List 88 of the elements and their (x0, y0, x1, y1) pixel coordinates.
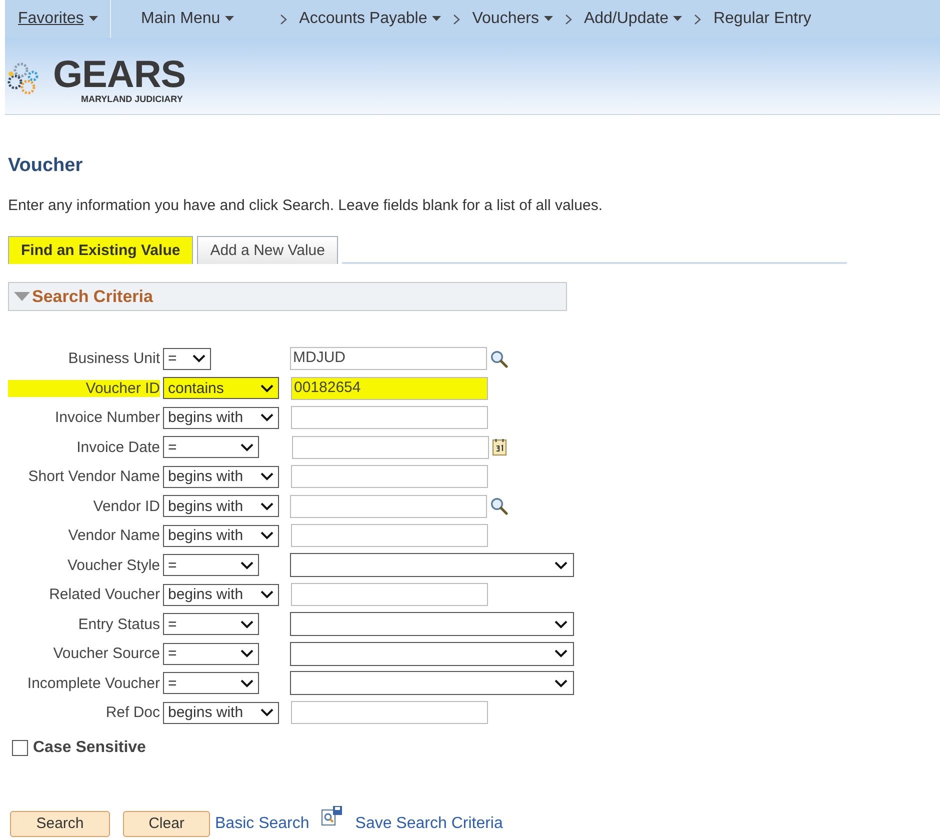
chevron-down-icon (240, 560, 254, 570)
operator-dropdown[interactable]: = (163, 554, 259, 576)
chevron-right-icon (564, 14, 572, 24)
chevron-down-icon (554, 649, 568, 658)
field-label: Related Voucher (48, 586, 160, 604)
operator-dropdown[interactable]: contains (163, 377, 279, 400)
breadcrumb-menu[interactable]: Add/Update (584, 10, 668, 28)
chevron-down-icon (554, 678, 568, 688)
search-icon[interactable] (490, 497, 508, 516)
operator-dropdown[interactable]: = (163, 348, 211, 370)
dropdown-triangle-icon (225, 16, 234, 22)
value-dropdown[interactable] (290, 642, 574, 666)
logo-subtitle: MARYLAND JUDICIARY (81, 94, 184, 104)
operator-dropdown[interactable]: begins with (163, 495, 279, 518)
chevron-down-icon (260, 502, 274, 511)
chevron-down-icon (260, 708, 274, 718)
search-icon[interactable] (490, 350, 508, 368)
chevron-down-icon (240, 442, 254, 452)
chevron-right-icon (694, 14, 702, 24)
field-label: Short Vendor Name (27, 468, 160, 486)
chevron-down-icon (240, 620, 254, 629)
calendar-icon[interactable] (492, 438, 508, 456)
chevron-down-icon (260, 384, 274, 393)
field-label: Invoice Number (54, 409, 160, 426)
tab[interactable]: Find an Existing Value (8, 236, 194, 264)
chevron-down-icon (240, 649, 254, 658)
input-field[interactable] (290, 494, 487, 518)
operator-dropdown[interactable]: begins with (163, 524, 279, 547)
action-button[interactable]: Search (10, 810, 110, 836)
breadcrumb-menu[interactable]: Accounts Payable (299, 10, 428, 28)
link[interactable]: Basic Search (215, 814, 310, 832)
page-title: Voucher (8, 155, 84, 177)
field-label: Voucher Source (52, 645, 160, 662)
chevron-right-icon (453, 14, 460, 24)
action-button[interactable]: Clear (123, 810, 210, 836)
breadcrumb-menu[interactable]: Main Menu (141, 10, 220, 28)
chevron-down-icon (260, 413, 274, 422)
logo-title: GEARS (53, 56, 186, 94)
value-dropdown[interactable] (290, 671, 574, 696)
link[interactable]: Save Search Criteria (355, 814, 503, 832)
input-field[interactable]: 00182654 (291, 376, 488, 400)
instructions-text: Enter any information you have and click Search. Leave fields blank for a list of all values. (8, 197, 604, 214)
chevron-down-icon (192, 354, 206, 364)
breadcrumb-menu[interactable]: Vouchers (472, 10, 539, 28)
chevron-down-icon (554, 620, 568, 629)
field-label: Incomplete Voucher (26, 674, 160, 692)
chevron-down-icon (260, 531, 274, 540)
checkbox-label: Case Sensitive (33, 738, 146, 756)
operator-dropdown[interactable]: = (163, 613, 259, 636)
input-field[interactable] (291, 524, 488, 548)
field-label: Ref Doc (104, 704, 160, 722)
save-search-icon[interactable] (321, 804, 344, 826)
field-label: Entry Status (77, 616, 160, 633)
breadcrumb-current: Regular Entry (713, 10, 812, 28)
input-field[interactable] (291, 701, 488, 724)
field-label: Vendor ID (92, 498, 160, 515)
field-label: Voucher Style (66, 556, 160, 574)
operator-dropdown[interactable]: begins with (163, 584, 279, 606)
value-dropdown[interactable] (290, 553, 574, 578)
dropdown-triangle-icon (673, 16, 682, 22)
chevron-right-icon (280, 14, 288, 24)
chevron-down-icon (260, 472, 274, 482)
value-dropdown[interactable] (290, 612, 574, 636)
input-field[interactable] (292, 436, 489, 459)
input-field[interactable]: MDJUD (290, 347, 487, 370)
field-label: Business Unit (67, 350, 160, 368)
checkbox[interactable] (12, 740, 28, 756)
favorites-menu[interactable]: Favorites (18, 10, 84, 28)
dropdown-triangle-icon (88, 16, 98, 22)
chevron-down-icon (260, 590, 274, 600)
tab[interactable]: Add a New Value (197, 236, 338, 264)
operator-dropdown[interactable]: begins with (163, 466, 279, 488)
input-field[interactable] (291, 406, 488, 430)
input-field[interactable] (291, 583, 488, 606)
field-label: Vendor Name (67, 527, 160, 544)
operator-dropdown[interactable]: begins with (163, 702, 279, 724)
chevron-down-icon (240, 678, 254, 688)
section-header[interactable]: Search Criteria (8, 282, 567, 311)
operator-dropdown[interactable]: begins with (163, 406, 279, 429)
input-field[interactable] (291, 465, 488, 488)
field-label: Invoice Date (76, 438, 160, 456)
operator-dropdown[interactable]: = (163, 642, 259, 665)
operator-dropdown[interactable]: = (163, 672, 259, 694)
field-label: Voucher ID (8, 380, 160, 397)
chevron-down-icon (554, 560, 568, 570)
dropdown-triangle-icon (432, 16, 442, 22)
dropdown-triangle-icon (544, 16, 553, 22)
operator-dropdown[interactable]: = (163, 436, 259, 458)
